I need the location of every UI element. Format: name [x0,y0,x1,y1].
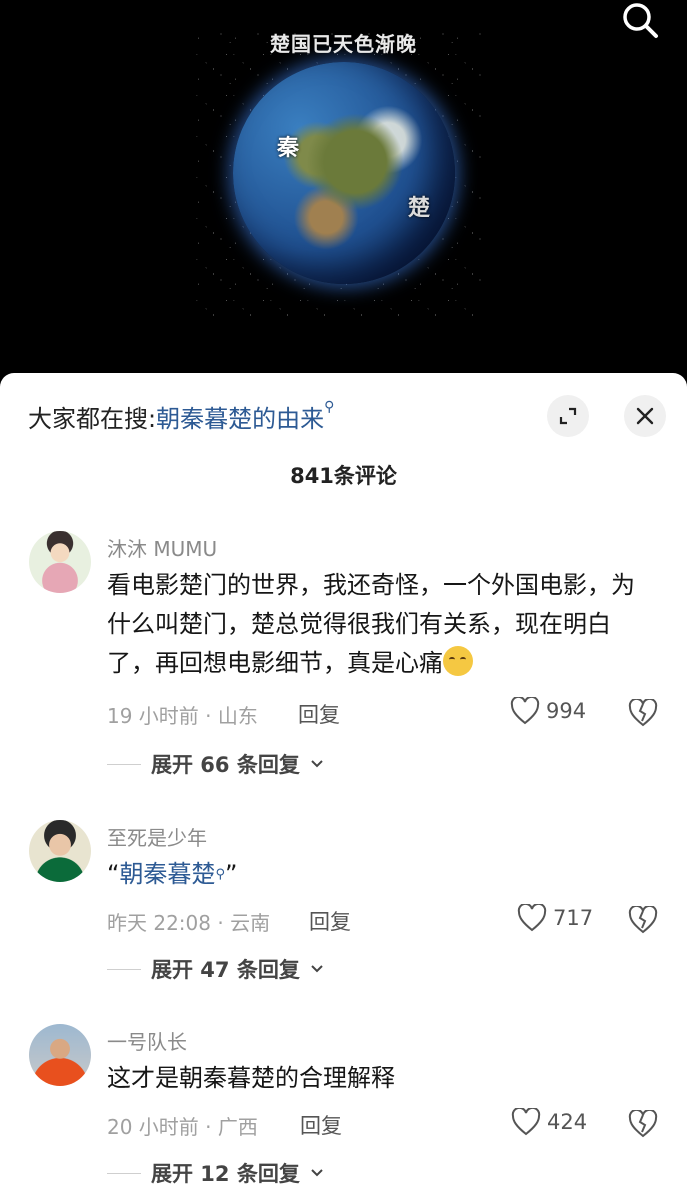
chevron-down-icon [311,760,323,768]
heart-icon [517,904,547,932]
video-player[interactable]: 楚国已天色渐晚 秦 楚 [0,0,687,390]
comment-text: 看电影楚门的世界，我还奇怪，一个外国电影，为什么叫楚门，楚总觉得很我们有关系，现… [107,566,637,683]
broken-heart-icon [628,1108,658,1138]
avatar[interactable] [29,531,91,593]
like-button[interactable]: 717 [517,904,593,932]
divider-line [107,1172,141,1174]
reply-button[interactable]: 回复 [309,906,351,936]
map-label-chu: 楚 [408,196,431,221]
hot-search-keyword[interactable]: 朝秦暮楚的由来 [156,405,324,433]
comment-text-body: 看电影楚门的世界，我还奇怪，一个外国电影，为什么叫楚门，楚总觉得很我们有关系，现… [107,571,635,677]
dislike-button[interactable] [628,904,658,936]
dislike-button[interactable] [628,697,658,729]
map-label-qin: 秦 [277,136,300,161]
reply-button[interactable]: 回复 [298,699,340,729]
hot-search-bar[interactable]: 大家都在搜:朝秦暮楚的由来⚲ [28,399,334,434]
expand-replies-label: 展开 47 条回复 [151,958,300,982]
expand-replies-button[interactable]: 展开 47 条回复 [107,954,324,984]
comments-panel: 大家都在搜:朝秦暮楚的由来⚲ 841条评论 沐沐 MUMU 看电影楚门的世界，我… [0,373,687,1200]
video-title-overlay: 楚国已天色渐晚 [270,32,417,56]
close-icon [636,407,654,425]
quote-close: ” [224,860,238,888]
chevron-down-icon [311,965,323,973]
divider-line [107,968,141,970]
avatar[interactable] [29,1024,91,1086]
comment-text: “朝秦暮楚⚲” [107,855,637,894]
like-count: 424 [547,1110,588,1134]
keyword-search-icon: ⚲ [215,867,225,882]
like-count: 717 [553,906,594,930]
search-button[interactable] [618,0,662,44]
comment-meta: 昨天 22:08 · 云南 [107,911,271,935]
comment-count: 841条评论 [290,464,397,488]
expand-icon [559,407,577,425]
like-button[interactable]: 994 [510,697,586,725]
divider-line [107,763,141,765]
comment-username[interactable]: 沐沐 MUMU [107,533,217,562]
broken-heart-icon [628,697,658,727]
heart-icon [510,697,540,725]
expand-replies-button[interactable]: 展开 66 条回复 [107,749,324,779]
expand-replies-button[interactable]: 展开 12 条回复 [107,1158,324,1188]
keyword-search-icon: ⚲ [324,399,335,415]
quote-open: “ [107,860,120,888]
expand-replies-label: 展开 66 条回复 [151,753,300,777]
heart-icon [511,1108,541,1136]
comment-meta: 19 小时前 · 山东 [107,704,258,728]
close-panel-button[interactable] [624,395,666,437]
search-icon [623,3,658,38]
comment-text: 这才是朝秦暮楚的合理解释 [107,1064,395,1092]
like-button[interactable]: 424 [511,1108,587,1136]
comment-keyword-link[interactable]: 朝秦暮楚 [119,860,215,888]
like-count: 994 [546,699,587,723]
reply-button[interactable]: 回复 [300,1110,342,1140]
expand-replies-label: 展开 12 条回复 [151,1162,300,1186]
comment-meta: 20 小时前 · 广西 [107,1115,258,1139]
comment-username[interactable]: 一号队长 [107,1026,187,1055]
earth-globe-image [233,62,455,284]
hot-search-prefix: 大家都在搜: [28,405,157,433]
dislike-button[interactable] [628,1108,658,1140]
expand-panel-button[interactable] [547,395,589,437]
avatar[interactable] [29,820,91,882]
comment-username[interactable]: 至死是少年 [107,822,207,851]
broken-heart-icon [628,904,658,934]
crying-emoji-icon [443,646,473,676]
chevron-down-icon [311,1169,323,1177]
